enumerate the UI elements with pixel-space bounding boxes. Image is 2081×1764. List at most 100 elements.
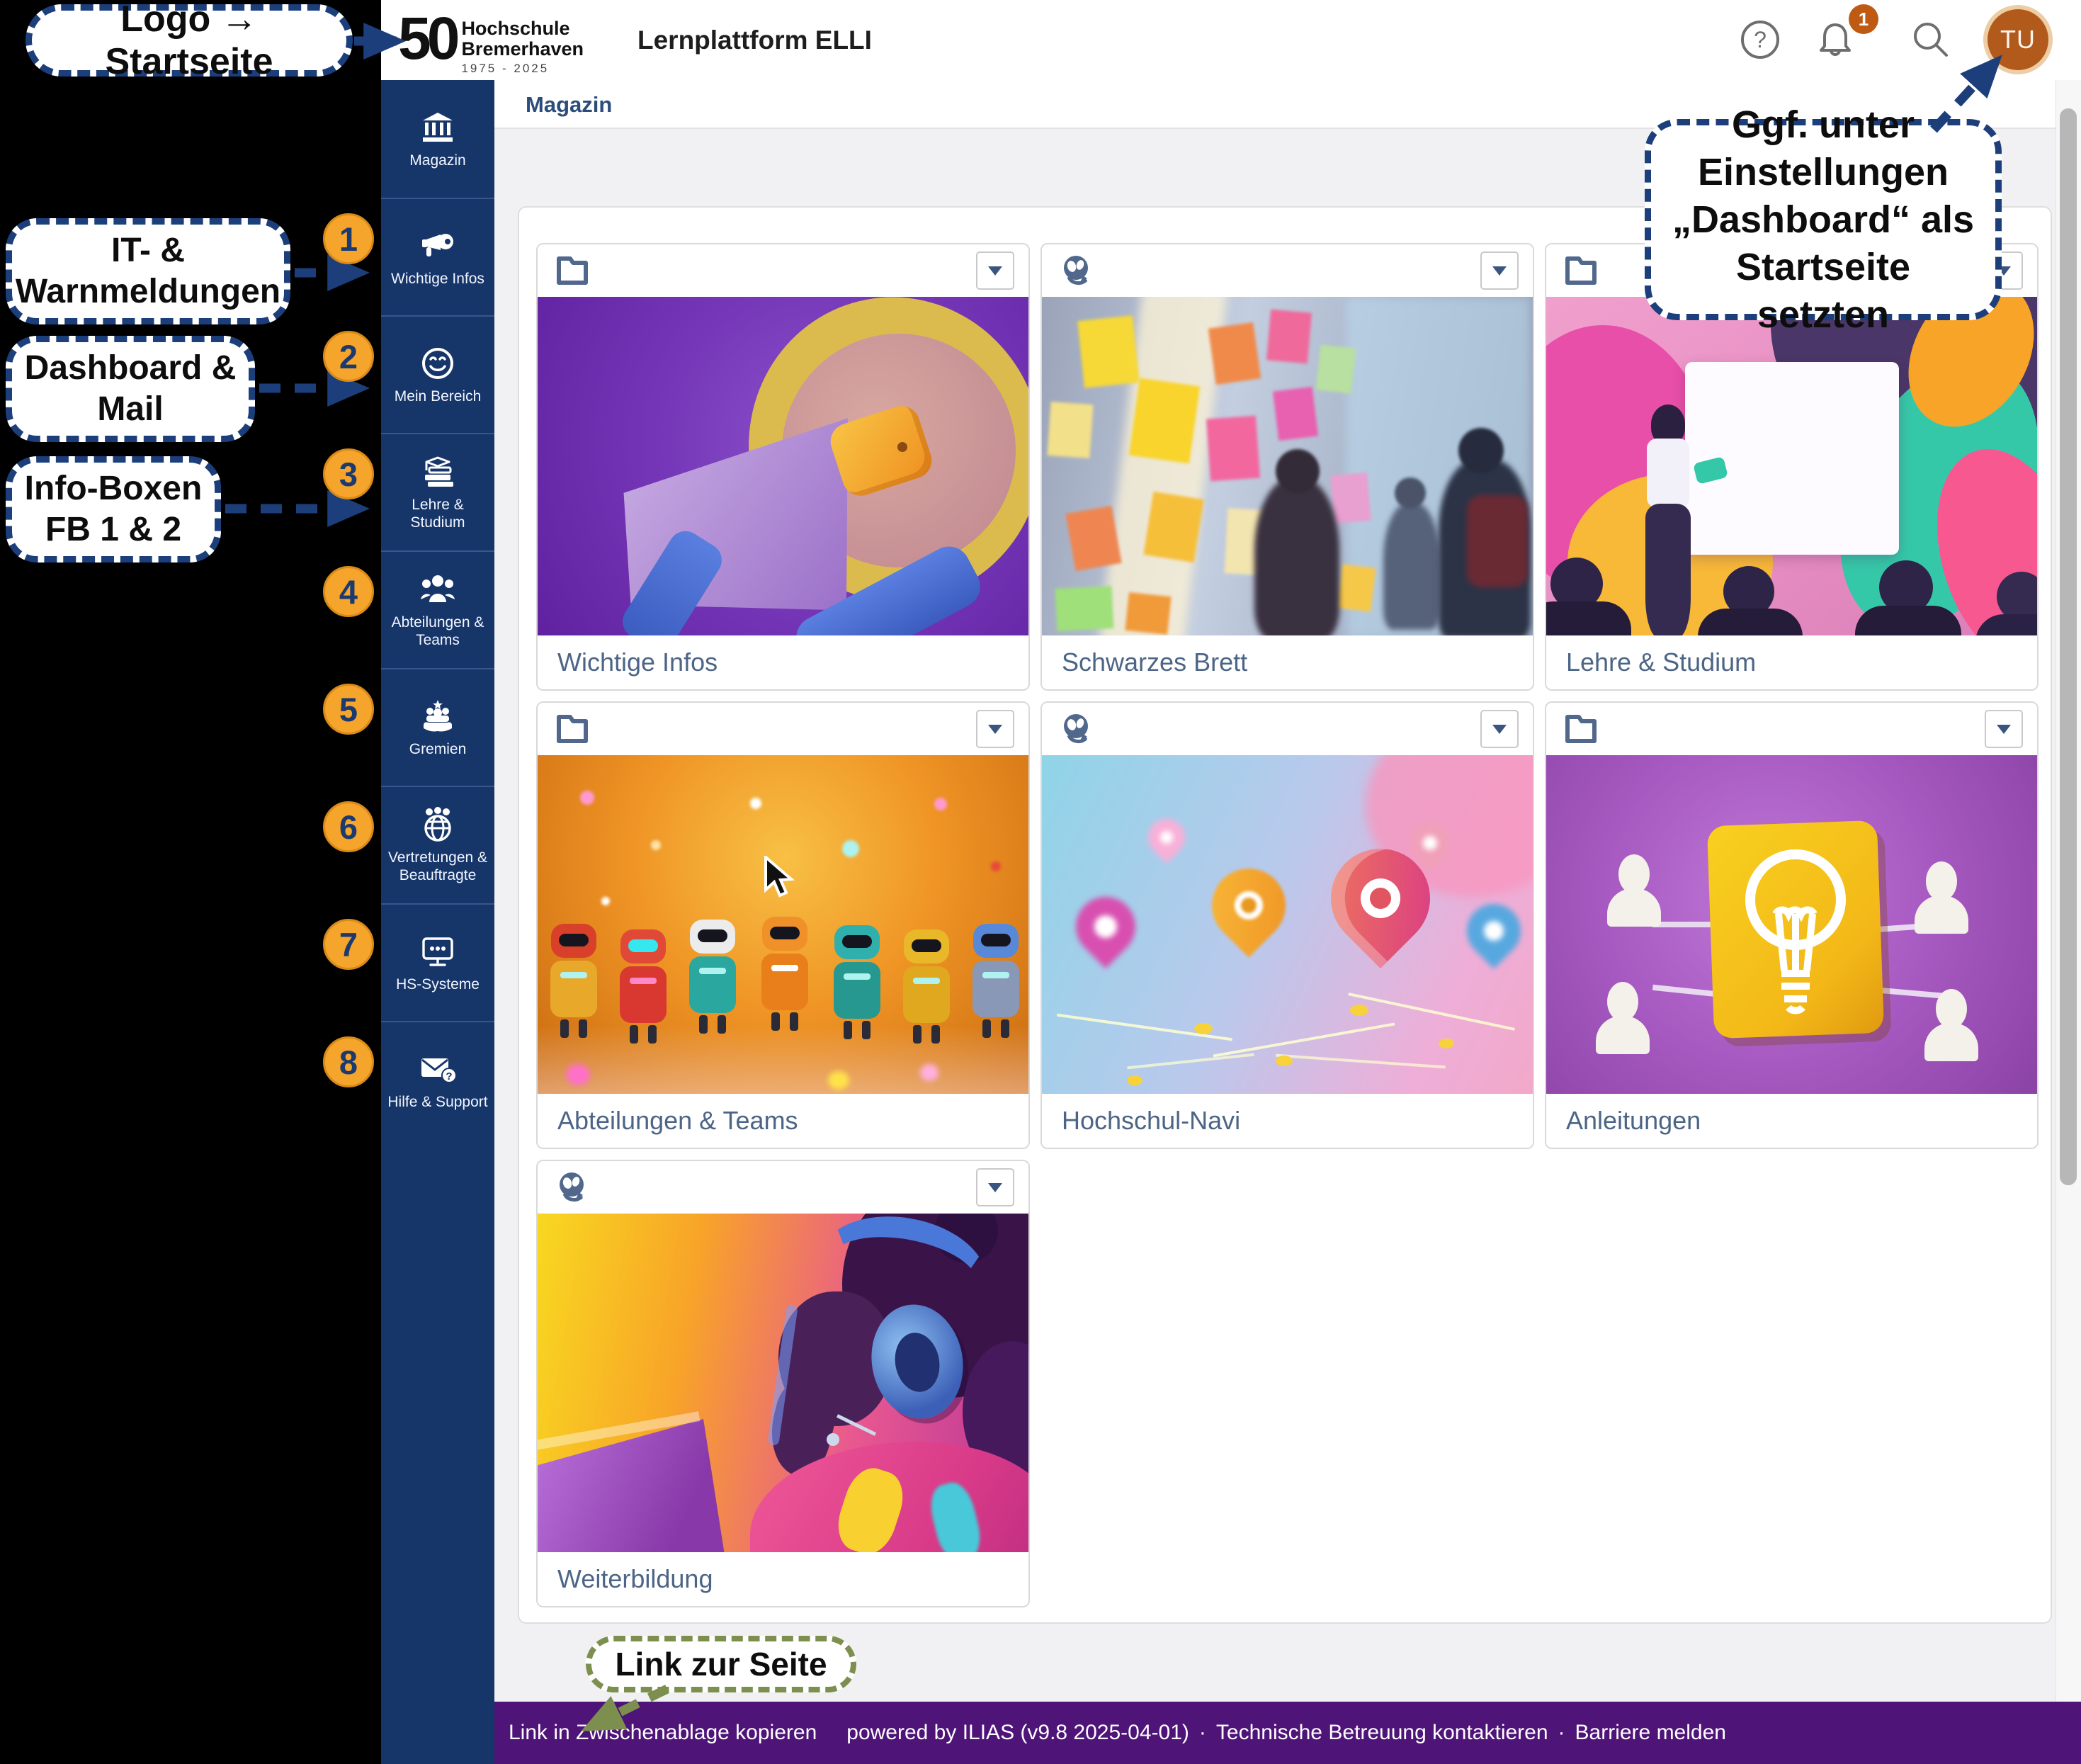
smiley-icon [421, 345, 455, 382]
card-actions-dropdown[interactable] [1480, 710, 1519, 748]
footer-report-barrier[interactable]: Barriere melden [1575, 1721, 1726, 1745]
sidebar-item-vertretungen-beauftragte[interactable]: Vertretungen & Beauftragte [381, 786, 494, 903]
card-image-sticky-notes [1042, 297, 1534, 638]
card-actions-dropdown[interactable] [976, 710, 1014, 748]
card-title-link[interactable]: Hochschul-Navi [1042, 1094, 1533, 1148]
annotation-dashboard-mail: Dashboard & Mail [6, 336, 255, 442]
footer-separator: · [1199, 1721, 1206, 1745]
hochschule-bremerhaven-logo[interactable]: 50 Hochschule Bremerhaven 1975 - 2025 [398, 6, 584, 75]
footer-powered-by[interactable]: powered by ILIAS (v9.8 2025-04-01) [846, 1721, 1189, 1745]
sidebar-item-label: Lehre & Studium [384, 496, 492, 531]
annotation-it-warnmeldungen: IT- & Warnmeldungen [6, 218, 290, 324]
sidebar-item-label: Mein Bereich [384, 388, 492, 405]
sidebar-item-magazin[interactable]: Magazin [381, 80, 494, 198]
card-title-link[interactable]: Schwarzes Brett [1042, 635, 1533, 689]
sidebar-item-label: HS-Systeme [384, 976, 492, 993]
annotation-step-5: 5 [323, 684, 374, 735]
bank-icon [421, 109, 455, 146]
folder-icon [1563, 711, 1599, 745]
svg-text:?: ? [1754, 27, 1767, 52]
sidebar-item-gremien[interactable]: Gremien [381, 668, 494, 786]
card-title-link[interactable]: Anleitungen [1546, 1094, 2037, 1148]
monitor-icon [419, 933, 456, 970]
sidebar-item-lehre-studium[interactable]: Lehre & Studium [381, 433, 494, 550]
sidebar-item-label: Abteilungen & Teams [384, 614, 492, 649]
sidebar-item-abteilungen-teams[interactable]: Abteilungen & Teams [381, 550, 494, 668]
svg-text:?: ? [446, 1070, 452, 1082]
card-image-map-pins [1042, 755, 1534, 1097]
footer-support-contact[interactable]: Technische Betreuung kontaktieren [1216, 1721, 1548, 1745]
sidebar-item-wichtige-infos[interactable]: Wichtige Infos [381, 198, 494, 315]
sidebar-item-hilfe-support[interactable]: ? Hilfe & Support [381, 1021, 494, 1138]
folder-icon [555, 253, 590, 287]
sidebar-item-label: Wichtige Infos [384, 270, 492, 288]
footer-bar: Link in Zwischenablage kopieren powered … [494, 1702, 2081, 1764]
logo-name-line1: Hochschule [461, 18, 584, 39]
card-actions-dropdown[interactable] [1985, 710, 2023, 748]
annotation-step-8: 8 [323, 1036, 374, 1087]
annotation-step-6: 6 [323, 801, 374, 852]
weblink-icon [555, 1170, 591, 1206]
card-wichtige-infos[interactable]: Wichtige Infos [536, 243, 1030, 691]
scrollbar-thumb[interactable] [2060, 108, 2077, 1185]
card-image-megaphone [538, 297, 1030, 638]
megaphone-icon [419, 227, 456, 264]
repository-panel: Wichtige Infos [518, 206, 2052, 1624]
footer-separator: · [1558, 1721, 1565, 1745]
help-icon[interactable]: ? [1740, 19, 1781, 60]
chevron-down-icon [1492, 266, 1507, 276]
lightbulb-glyph [1736, 840, 1856, 1017]
notification-count-badge: 1 [1849, 4, 1878, 34]
sidebar-item-label: Gremien [384, 740, 492, 758]
card-hochschul-navi[interactable]: Hochschul-Navi [1040, 701, 1534, 1149]
card-actions-dropdown[interactable] [976, 1168, 1014, 1206]
weblink-icon [1059, 253, 1096, 290]
logo-name-line2: Bremerhaven [461, 39, 584, 60]
chevron-down-icon [988, 1183, 1002, 1192]
sidebar-nav: Magazin Wichtige Infos Mein Bereich [381, 80, 494, 1764]
books-icon [419, 453, 456, 490]
annotation-step-2: 2 [323, 331, 374, 382]
chevron-down-icon [1492, 725, 1507, 734]
card-title-link[interactable]: Weiterbildung [538, 1552, 1028, 1606]
sidebar-item-label: Vertretungen & Beauftragte [384, 849, 492, 884]
annotation-arrow-3 [224, 491, 390, 526]
breadcrumb-magazin[interactable]: Magazin [526, 92, 612, 118]
globe-people-icon [419, 806, 456, 843]
weblink-icon [1059, 711, 1096, 748]
annotation-infoboxen-fb: Info-Boxen FB 1 & 2 [6, 456, 221, 562]
annotation-step-1: 1 [323, 213, 374, 264]
people-group-icon [419, 571, 456, 608]
scrollbar-track [2056, 80, 2081, 1702]
sidebar-item-hs-systeme[interactable]: HS-Systeme [381, 903, 494, 1021]
annotation-arrow-logo [353, 21, 424, 61]
card-title-link[interactable]: Lehre & Studium [1546, 635, 2037, 689]
annotation-arrow-settings [1905, 32, 2029, 135]
logo-anniversary-years: 1975 - 2025 [461, 62, 584, 76]
card-schwarzes-brett[interactable]: Schwarzes Brett [1040, 243, 1534, 691]
annotation-step-4: 4 [323, 566, 374, 617]
page-title: Lernplattform ELLI [637, 26, 872, 55]
sidebar-item-label: Hilfe & Support [384, 1093, 492, 1111]
mail-support-icon: ? [419, 1051, 457, 1087]
header-bar: 50 Hochschule Bremerhaven 1975 - 2025 Le… [381, 0, 2081, 80]
card-abteilungen-teams[interactable]: Abteilungen & Teams [536, 701, 1030, 1149]
chevron-down-icon [988, 725, 1002, 734]
folder-icon [1563, 253, 1599, 287]
card-actions-dropdown[interactable] [976, 251, 1014, 290]
annotation-step-3: 3 [323, 448, 374, 499]
chevron-down-icon [988, 266, 1002, 276]
card-title-link[interactable]: Abteilungen & Teams [538, 1094, 1028, 1148]
card-anleitungen[interactable]: Anleitungen [1545, 701, 2039, 1149]
sidebar-item-mein-bereich[interactable]: Mein Bereich [381, 315, 494, 433]
sidebar-item-label: Magazin [384, 152, 492, 169]
card-actions-dropdown[interactable] [1480, 251, 1519, 290]
card-image-presentation [1546, 297, 2039, 638]
card-weiterbildung[interactable]: Weiterbildung [536, 1160, 1030, 1607]
card-title-link[interactable]: Wichtige Infos [538, 635, 1028, 689]
card-image-lightbulb-network [1546, 755, 2039, 1097]
folder-icon [555, 711, 590, 745]
annotation-logo-callout: Logo → Startseite [25, 4, 353, 77]
annotated-screenshot: 50 Hochschule Bremerhaven 1975 - 2025 Le… [0, 0, 2081, 1764]
committee-icon [419, 698, 456, 735]
